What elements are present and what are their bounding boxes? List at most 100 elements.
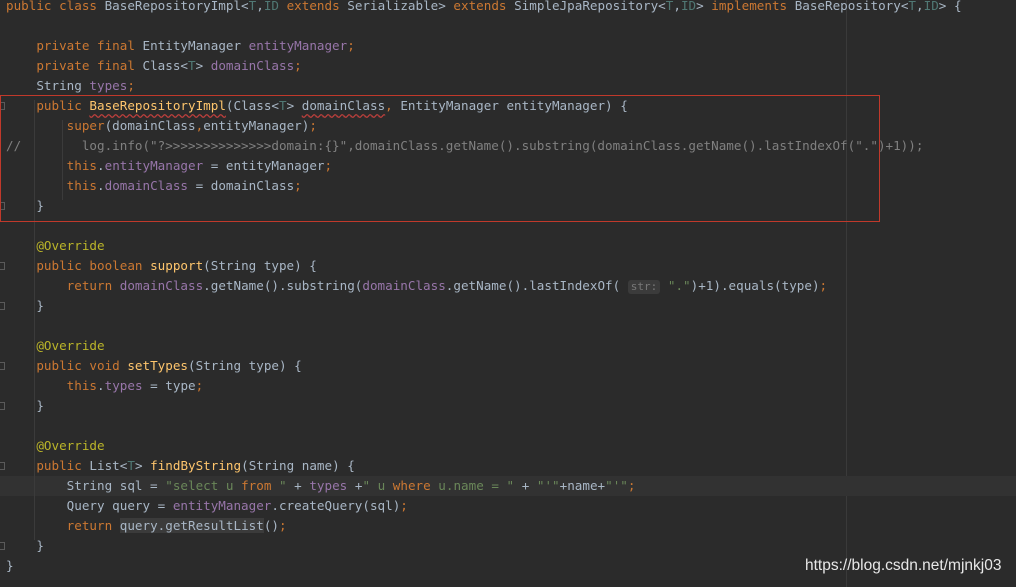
code-token: } [6, 398, 44, 413]
code-token: ID [263, 0, 279, 13]
code-token: = type [142, 378, 196, 393]
code-token: T [127, 458, 135, 473]
code-token: return [66, 518, 120, 533]
code-token: public boolean [36, 258, 151, 273]
code-line[interactable]: public void setTypes(String type) { [6, 356, 302, 376]
code-token: " [362, 478, 378, 493]
code-token: "'" [605, 478, 628, 493]
code-token: from [241, 478, 279, 493]
code-token: > [134, 458, 151, 473]
code-token: ; [400, 498, 408, 513]
code-token: private final [36, 58, 143, 73]
code-token: ; [278, 518, 287, 533]
code-line[interactable]: } [6, 536, 44, 556]
code-line[interactable]: } [6, 296, 44, 316]
code-token: "'" [536, 478, 560, 493]
code-token: (String type) { [203, 258, 317, 273]
code-token: return [66, 278, 120, 293]
fold-marker[interactable] [0, 542, 5, 550]
code-token: support [150, 258, 204, 273]
code-token: > { [938, 0, 962, 13]
code-token: Query query = [6, 498, 173, 513]
code-token: private final [36, 38, 143, 53]
fold-marker[interactable] [0, 462, 5, 470]
code-token: @Override [36, 238, 105, 253]
fold-marker[interactable] [0, 402, 5, 410]
code-token: .createQuery(sql) [271, 498, 401, 513]
code-token: String [6, 78, 90, 93]
code-token: ; [127, 78, 135, 93]
code-line[interactable]: @Override [6, 436, 105, 456]
code-line[interactable]: Query query = entityManager.createQuery(… [6, 496, 408, 516]
code-line[interactable]: public class BaseRepositoryImpl<T,ID ext… [6, 0, 962, 16]
code-token: + [286, 478, 310, 493]
code-token: .getName().lastIndexOf( [445, 278, 628, 293]
code-token: List< [89, 458, 128, 473]
fold-marker[interactable] [0, 302, 5, 310]
code-token: , [256, 0, 264, 13]
code-token: domainClass [362, 278, 446, 293]
code-token: ).equals(type) [713, 278, 820, 293]
right-margin-guide [846, 0, 847, 587]
code-token: . [97, 378, 105, 393]
code-line[interactable]: public List<T> findByString(String name)… [6, 456, 355, 476]
code-line[interactable]: String types; [6, 76, 135, 96]
code-token: u [377, 478, 393, 493]
code-token: "." [667, 278, 691, 293]
code-token: ; [347, 38, 355, 53]
code-token: extends [453, 0, 515, 13]
code-token: EntityManager [142, 38, 249, 53]
code-token: String sql = [6, 478, 166, 493]
code-token: @Override [36, 438, 105, 453]
code-token: (String type) { [188, 358, 302, 373]
code-token: , [916, 0, 924, 13]
code-token: SimpleJpaRepository< [514, 0, 666, 13]
code-line[interactable]: String sql = "select u from " + types +"… [6, 476, 636, 496]
code-token: entityManager [248, 38, 348, 53]
code-token: types [89, 78, 128, 93]
code-line[interactable]: this.types = type; [6, 376, 204, 396]
code-token: query.getResultList [119, 518, 264, 533]
code-token: " [279, 478, 287, 493]
code-editor[interactable]: public class BaseRepositoryImpl<T,ID ext… [0, 0, 1016, 587]
code-line[interactable]: private final EntityManager entityManage… [6, 36, 355, 56]
code-token: u.name = [438, 478, 507, 493]
code-token: where [392, 478, 439, 493]
fold-marker[interactable] [0, 362, 5, 370]
code-token: ; [627, 478, 636, 493]
code-line[interactable]: return query.getResultList(); [6, 516, 287, 536]
code-token: setTypes [127, 358, 189, 373]
code-token: .getName().substring( [203, 278, 363, 293]
code-token: types [309, 478, 348, 493]
code-line[interactable]: return domainClass.getName().substring(d… [6, 276, 827, 296]
code-line[interactable]: } [6, 396, 44, 416]
code-line[interactable]: public boolean support(String type) { [6, 256, 317, 276]
code-line[interactable]: } [6, 556, 14, 576]
code-token: Serializable> [347, 0, 454, 13]
code-token: entityManager [172, 498, 272, 513]
code-token: ; [195, 378, 204, 393]
code-line[interactable]: private final Class<T> domainClass; [6, 56, 301, 76]
code-token: +name+ [559, 478, 606, 493]
watermark: https://blog.csdn.net/mjnkj03 [805, 557, 1002, 574]
code-line[interactable]: @Override [6, 236, 105, 256]
code-token: Class< [142, 58, 189, 73]
code-token: (String name) { [241, 458, 355, 473]
code-token: "select [165, 478, 226, 493]
fold-marker[interactable] [0, 262, 5, 270]
code-line[interactable]: @Override [6, 336, 104, 356]
code-token: types [104, 378, 143, 393]
code-token: + [347, 478, 363, 493]
code-token: > [696, 0, 712, 13]
